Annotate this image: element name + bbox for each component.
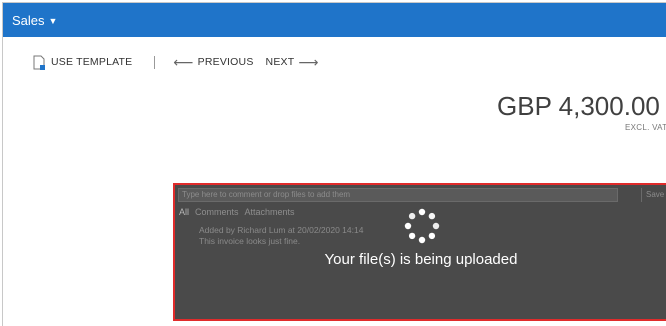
top-bar: Sales ▼ <box>3 3 666 37</box>
next-button[interactable]: NEXT ⟶ <box>266 54 319 71</box>
document-icon <box>33 55 45 70</box>
caret-down-icon[interactable]: ▼ <box>49 16 58 26</box>
comment-author-line: Added by Richard Lum at 20/02/2020 14:14 <box>199 225 364 235</box>
tab-comments[interactable]: Comments <box>195 207 239 217</box>
upload-status-message: Your file(s) is being uploaded <box>324 251 518 268</box>
use-template-button[interactable]: USE TEMPLATE <box>3 55 132 70</box>
comment-entry: Added by Richard Lum at 20/02/2020 14:14… <box>199 225 363 247</box>
page-title[interactable]: Sales <box>12 13 45 28</box>
tab-all[interactable]: All <box>179 207 189 217</box>
comment-tabs: All Comments Attachments <box>179 207 295 217</box>
previous-button[interactable]: ⟵ PREVIOUS <box>173 54 253 71</box>
app-frame: Sales ▼ USE TEMPLATE ⟵ PREVIOUS NEXT ⟶ G… <box>2 2 666 326</box>
comments-panel-content: Type here to comment or drop files to ad… <box>175 185 666 319</box>
next-label: NEXT <box>265 56 295 68</box>
arrow-right-icon: ⟶ <box>298 53 319 70</box>
toolbar-divider <box>154 55 156 69</box>
comment-input[interactable]: Type here to comment or drop files to ad… <box>178 188 618 202</box>
save-button[interactable]: Save <box>641 188 666 202</box>
tax-note: EXCL. VAT <box>625 123 666 132</box>
comment-text: This invoice looks just fine. <box>199 236 301 246</box>
total-amount: GBP 4,300.00 <box>497 91 660 121</box>
comments-panel[interactable]: Type here to comment or drop files to ad… <box>173 183 666 321</box>
use-template-label: USE TEMPLATE <box>51 56 133 68</box>
arrow-left-icon: ⟵ <box>173 53 194 70</box>
tab-attachments[interactable]: Attachments <box>245 207 295 217</box>
previous-label: PREVIOUS <box>197 56 254 68</box>
command-toolbar: USE TEMPLATE ⟵ PREVIOUS NEXT ⟶ <box>3 51 666 73</box>
loading-spinner-icon <box>404 208 440 244</box>
